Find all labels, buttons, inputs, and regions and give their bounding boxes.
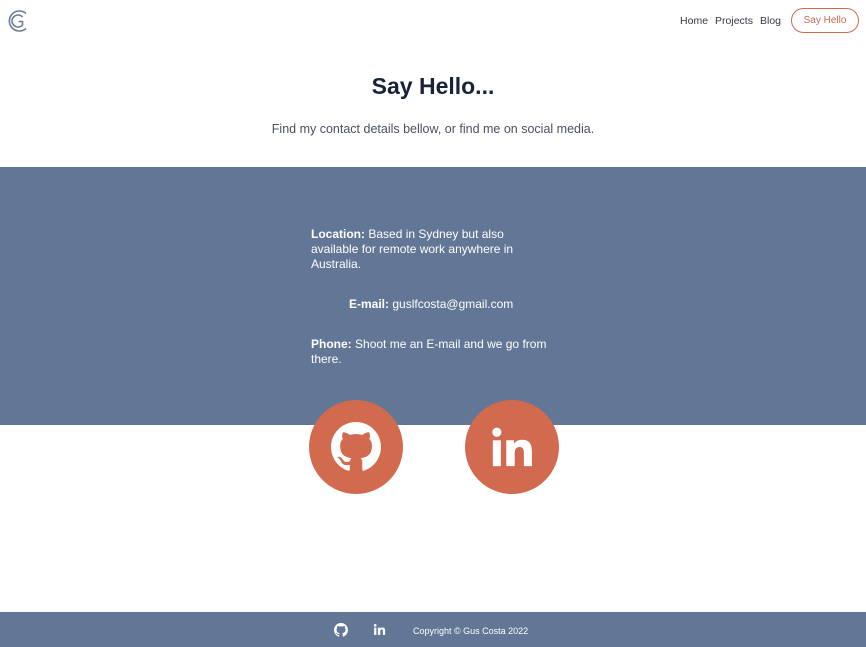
contact-location: Location: Based in Sydney but also avail… [311, 227, 541, 272]
contact-band [0, 167, 866, 425]
contact-email: E-mail: guslfcosta@gmail.com [349, 297, 589, 312]
nav-projects[interactable]: Projects [715, 15, 753, 27]
github-icon [334, 623, 348, 637]
email-label: E-mail: [349, 297, 390, 311]
github-icon [331, 422, 381, 471]
nav-home[interactable]: Home [680, 15, 708, 27]
footer-copyright: Copyright © Gus Costa 2022 [413, 626, 529, 636]
site-logo[interactable] [7, 9, 31, 33]
contact-phone: Phone: Shoot me an E-mail and we go from… [311, 337, 571, 367]
linkedin-icon [373, 624, 386, 635]
location-label: Location: [311, 227, 365, 241]
footer: Copyright © Gus Costa 2022 [0, 612, 866, 647]
page-subtitle: Find my contact details bellow, or find … [271, 122, 595, 136]
say-hello-button[interactable]: Say Hello [791, 8, 859, 33]
main-nav: Home Projects Blog Say Hello [680, 8, 859, 33]
linkedin-icon [492, 427, 532, 467]
nav-blog[interactable]: Blog [760, 15, 781, 27]
footer-github-link[interactable] [334, 623, 348, 637]
linkedin-link[interactable] [465, 400, 559, 494]
gc-logo-icon [8, 10, 27, 32]
phone-label: Phone: [311, 337, 352, 351]
email-value[interactable]: guslfcosta@gmail.com [392, 297, 513, 311]
page-title: Say Hello... [371, 73, 495, 99]
footer-linkedin-link[interactable] [373, 623, 387, 637]
github-link[interactable] [309, 400, 403, 494]
